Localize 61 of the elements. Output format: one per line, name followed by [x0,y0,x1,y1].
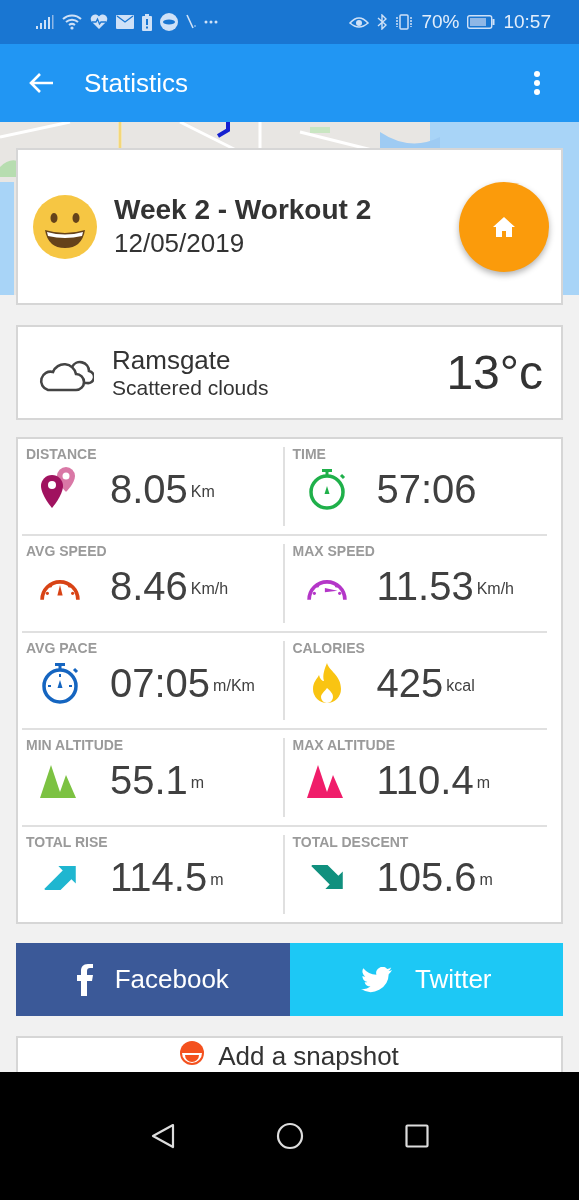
arrow-down-right-icon [309,864,344,890]
stat-value: 11.53 [376,566,474,606]
wifi-icon [62,14,82,30]
vibrate-icon [395,14,414,30]
facebook-logo-icon [76,963,93,996]
stat-label: AVG SPEED [26,543,107,559]
home-icon [493,216,515,237]
stat-value: 57:06 [376,469,477,509]
stat-value: 425 [376,663,444,703]
stat-label: CALORIES [292,640,365,656]
workout-title: Week 2 - Workout 2 [114,194,373,226]
stat-value: 07:05 [110,663,211,703]
add-snapshot-button[interactable]: Add a snapshot [16,1036,563,1072]
screen-title: Statistics [84,67,190,99]
stat-unit: Km/h [476,580,514,598]
stat-label: TIME [292,446,326,462]
mail-icon [116,15,134,29]
weather-location: Ramsgate [112,345,232,376]
stat-value: 8.46 [110,566,188,606]
bird-icon [360,966,393,993]
battery-alert-icon [142,13,152,31]
stat-unit: m [210,871,224,889]
stat-unit: Km [190,483,215,501]
stat-value: 110.4 [376,760,474,800]
stat-unit: kcal [446,677,475,695]
stat-label: MAX SPEED [292,543,375,559]
stat-label: TOTAL RISE [26,834,108,850]
clock-time: 10:57 [503,11,551,33]
stat-unit: m [190,774,205,792]
stat-unit: Km/h [190,580,229,598]
more-dots-icon [204,20,218,24]
stat-label: MAX ALTITUDE [292,737,396,753]
stat-label: AVG PACE [26,640,98,656]
weather-condition: Scattered clouds [112,376,270,400]
temperature: 13°c [446,345,543,400]
stat-value: 114.5 [110,857,208,897]
stat-label: TOTAL DESCENT [292,834,409,850]
bluetooth-icon [377,14,388,30]
recents-square-icon[interactable] [404,1124,429,1148]
stat-value: 105.6 [376,857,477,897]
stat-label: DISTANCE [26,446,97,462]
back-arrow-icon[interactable] [28,72,54,94]
home-circle-icon[interactable] [275,1122,304,1150]
battery-icon [467,15,496,29]
heart-icon [90,14,108,30]
workout-date: 12/05/2019 [114,228,246,259]
arrow-up-right-icon [43,864,77,890]
stat-unit: m/Km [213,677,255,695]
facebook-share-button[interactable]: Facebook [16,943,290,1016]
signal-icon [36,15,54,29]
overflow-menu-icon[interactable] [533,70,541,96]
smiley-icon [32,193,98,260]
stat-unit: m [476,774,490,792]
eye-icon [349,15,370,29]
back-triangle-icon[interactable] [150,1123,175,1149]
stat-value: 8.05 [110,469,188,509]
battery-percentage: 70% [421,11,460,33]
stat-value: 55.1 [110,760,188,800]
stat-label: MIN ALTITUDE [26,737,124,753]
stat-unit: m [479,871,493,889]
camera-lens-icon [180,1041,205,1065]
